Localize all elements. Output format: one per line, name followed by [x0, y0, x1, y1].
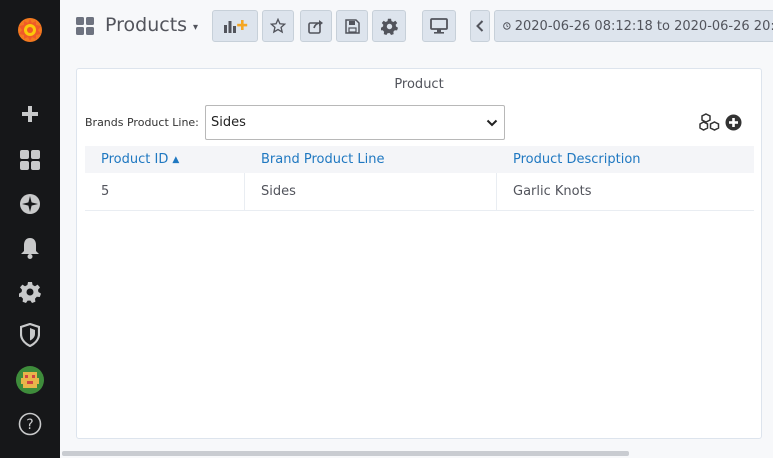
share-button[interactable]	[300, 10, 332, 42]
add-circle-icon[interactable]	[725, 114, 742, 135]
user-avatar-icon[interactable]	[16, 366, 44, 394]
gear-icon[interactable]	[17, 279, 43, 305]
time-range-picker[interactable]: 2020-06-26 08:12:18 to 2020-06-26 20:1	[494, 10, 773, 42]
gear-icon	[380, 18, 398, 35]
svg-text:?: ?	[26, 417, 33, 433]
chevron-down-icon: ▾	[193, 21, 199, 33]
column-header-product-description[interactable]: Product Description	[497, 152, 754, 167]
chevron-left-icon	[476, 20, 484, 32]
column-label: Brand Product Line	[261, 152, 385, 167]
column-label: Product ID	[101, 152, 169, 167]
horizontal-scrollbar[interactable]	[62, 451, 629, 456]
dashboard-title-picker[interactable]: Products ▾	[105, 14, 198, 36]
cubes-icon[interactable]	[699, 113, 721, 135]
star-button[interactable]	[262, 10, 294, 42]
top-navbar: Products ▾ 2020-06-26 08:12:18 to 2020-0…	[60, 0, 773, 56]
dashboard-grid-icon	[76, 17, 95, 36]
product-panel: Product Brands Product Line: Sides Produ…	[76, 68, 762, 439]
add-panel-icon	[224, 20, 248, 33]
dashboard-title: Products	[105, 14, 188, 36]
filter-label: Brands Product Line:	[85, 116, 199, 129]
dashboards-icon[interactable]	[17, 147, 43, 173]
panel-title[interactable]: Product	[77, 77, 761, 92]
column-label: Product Description	[513, 152, 641, 167]
shield-icon[interactable]	[17, 322, 43, 348]
explore-icon[interactable]	[17, 191, 43, 217]
cell-brand-product-line: Sides	[245, 173, 497, 210]
star-icon	[270, 18, 286, 34]
time-range-text: 2020-06-26 08:12:18 to 2020-06-26 20:1	[514, 18, 773, 34]
panel-tools	[699, 113, 742, 135]
cell-product-id: 5	[85, 173, 245, 210]
table-row: 5 Sides Garlic Knots	[85, 173, 754, 211]
plus-icon[interactable]	[17, 101, 43, 127]
sidebar: ?	[0, 0, 60, 458]
product-table: Product ID ▲ Brand Product Line Product …	[85, 146, 754, 211]
settings-button[interactable]	[372, 10, 406, 42]
table-header: Product ID ▲ Brand Product Line Product …	[85, 146, 754, 173]
column-header-brand-product-line[interactable]: Brand Product Line	[245, 152, 497, 167]
column-header-product-id[interactable]: Product ID ▲	[85, 152, 245, 167]
save-icon	[344, 18, 360, 34]
select-value: Sides	[211, 115, 246, 130]
monitor-icon	[430, 18, 448, 34]
cycle-view-mode-button[interactable]	[422, 10, 456, 42]
cell-product-description: Garlic Knots	[513, 184, 592, 199]
clock-icon	[503, 22, 511, 30]
brands-product-line-select[interactable]: Sides	[205, 105, 505, 140]
time-back-button[interactable]	[470, 10, 490, 42]
chevron-down-icon	[486, 119, 498, 126]
sort-ascending-icon: ▲	[172, 154, 180, 165]
share-icon	[308, 20, 323, 34]
add-panel-button[interactable]	[212, 10, 258, 42]
alerting-bell-icon[interactable]	[17, 235, 43, 261]
grafana-logo-icon[interactable]	[14, 14, 46, 46]
help-icon[interactable]: ?	[17, 411, 43, 437]
save-button[interactable]	[336, 10, 368, 42]
